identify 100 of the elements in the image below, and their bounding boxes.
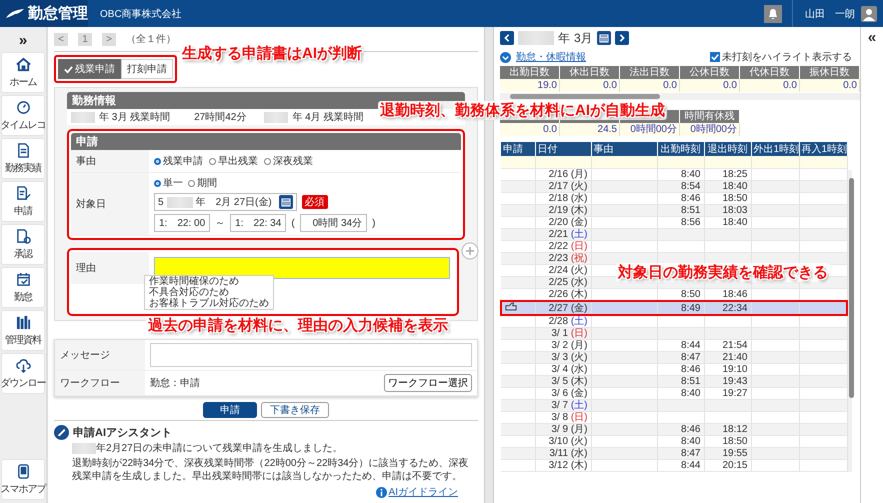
document-check-icon[interactable] [16,228,30,244]
clock-out-time: 22:34 [722,302,748,314]
column-header[interactable]: 退出時刻 [704,142,751,156]
sidebar-item[interactable]: ホーム [1,52,45,93]
user-name[interactable]: 山田 一朗 [805,6,855,20]
calendar-icon[interactable] [278,195,293,209]
sidebar-item[interactable]: 申請 [1,181,45,222]
clock-out-time: 18:12 [722,424,748,435]
field-label: 理由 [71,252,149,284]
previous-month-button[interactable] [500,31,514,45]
vertical-scrollbar[interactable] [848,170,852,472]
request-tab[interactable]: 残業申請 [58,59,121,79]
weekday-text: (祝) [570,253,588,264]
weekday-text: (火) [570,265,588,276]
suggestion-item[interactable]: お客様トラブル対応のため [145,298,273,309]
clock-in-time: 8:46 [681,364,700,375]
redacted-block [518,31,554,45]
selected-row[interactable]: 2/27 (金) 8:49 22:34 [501,301,847,315]
user-avatar-icon[interactable] [861,6,877,22]
notification-button[interactable] [764,4,782,22]
suggestion-item[interactable]: 不具合対応のため [145,287,273,298]
date-text: 3/ 5 [551,376,568,387]
reason-radio[interactable]: 深夜残業 [264,154,313,168]
calendar-icon[interactable] [596,31,611,45]
column-header: 休出日数 [560,66,620,79]
clock-out-time: 20:15 [722,460,748,471]
weekday-text: (木) [570,460,588,471]
books-icon[interactable] [16,314,30,330]
highlight-checkbox[interactable]: 未打刻をハイライト表示する [710,50,852,64]
document-edit-icon[interactable] [16,186,30,200]
submit-button[interactable]: 申請 [203,402,257,418]
date-text[interactable]: 年 2月 27日(金) [196,195,272,209]
next-month-button[interactable] [614,31,629,45]
column-header[interactable]: 再入1時刻 [799,142,847,156]
date-mode-radio[interactable]: 期間 [188,176,217,190]
clock-in-time: 8:40 [681,169,700,180]
month-label: 3月 [574,30,593,46]
horizontal-scrollbar[interactable] [500,93,860,100]
date-field[interactable]: 5 年 2月 27日(金) [154,193,297,211]
clock-in-time: 8:46 [681,424,700,435]
reason-radio[interactable]: 残業申請 [154,154,203,168]
collapse-panel-button[interactable]: « [868,29,876,47]
weekday-text: (金) [570,302,588,314]
workflow-select-button[interactable]: ワークフロー選択 [384,374,472,392]
reason-radio[interactable]: 早出残業 [209,154,258,168]
table-cell: 0.0 [800,79,860,92]
home-icon[interactable] [16,56,30,72]
sidebar-item[interactable]: 承認 [1,224,45,265]
date-text: 3/ 2 [551,340,568,351]
clock-out-time: 19:43 [722,376,748,387]
check-icon[interactable] [711,53,719,61]
required-badge: 必須 [302,195,328,209]
attendance-info-link[interactable]: 勤怠・休暇情報 [516,50,586,64]
sidebar-item[interactable]: 勤怠 [1,267,45,308]
date-text[interactable]: 5 [158,196,164,208]
table-cell: 24.5 [560,123,620,136]
weekday-text: (木) [570,376,588,387]
field-label: 対象日 [71,173,149,235]
sidebar-item[interactable]: 勤務実績 [1,138,45,179]
check-icon[interactable] [64,64,73,74]
smartphone-icon[interactable] [16,464,30,478]
date-text: 2/20 [548,217,568,228]
column-header[interactable]: 申請 [501,142,535,156]
calendar-check-icon[interactable] [16,272,30,286]
ai-guideline-link[interactable]: AIガイドライン [388,485,458,499]
sidebar-item[interactable]: スマホアプ [1,459,45,500]
assistant-message: 年2月27日の未申請について残業申請を生成しました。 [96,443,343,454]
message-field[interactable] [150,343,472,367]
date-text: 2/21 [548,229,568,240]
request-tab[interactable]: 打刻申請 [121,59,173,79]
weekday-text: (火) [570,352,588,363]
save-draft-button[interactable]: 下書き保存 [261,402,329,418]
table-cell: 0.0 [620,79,680,92]
cloud-download-icon[interactable] [16,358,30,372]
document-icon[interactable] [16,142,30,158]
column-header[interactable]: 日付 [535,142,591,156]
clock-in-time: 8:40 [681,388,700,399]
chevron-left-icon[interactable] [503,34,511,42]
expand-sidebar-button[interactable]: » [18,30,28,50]
assistant-message: 退勤時刻が22時34分で、深夜残業時間帯（22時00分～22時34分）に該当するため、深夜残業申請を生成しました。早出残業時間帯には該当しなかったため、申請は不要です。 [72,458,469,482]
end-time-field[interactable]: 1: 22: 34 [230,214,286,232]
column-header[interactable]: 出勤時刻 [657,142,704,156]
sidebar-item[interactable]: ダウンロー [1,353,45,394]
chevron-right-icon[interactable] [618,34,626,42]
column-header[interactable]: 外出1時刻 [751,142,799,156]
date-text: 3/ 9 [551,424,568,435]
table-cell: 0時間00分 [680,123,740,136]
bird-logo-icon [5,8,25,20]
date-text: 3/12 [548,460,568,471]
date-mode-radio[interactable]: 単一 [154,176,183,190]
sidebar-item[interactable]: タイムレコ [1,95,45,136]
pointing-hand-icon [505,302,517,311]
column-header[interactable]: 事由 [591,142,657,156]
total-count: （全１件） [126,33,176,46]
start-time-field[interactable]: 1: 22: 00 [154,214,210,232]
sidebar-item[interactable]: 管理資料 [1,310,45,351]
column-header: 代休日数 [740,66,800,79]
section-header: 申請 [71,133,461,150]
chevron-down-icon[interactable] [500,52,511,62]
clock-icon[interactable] [16,100,30,114]
